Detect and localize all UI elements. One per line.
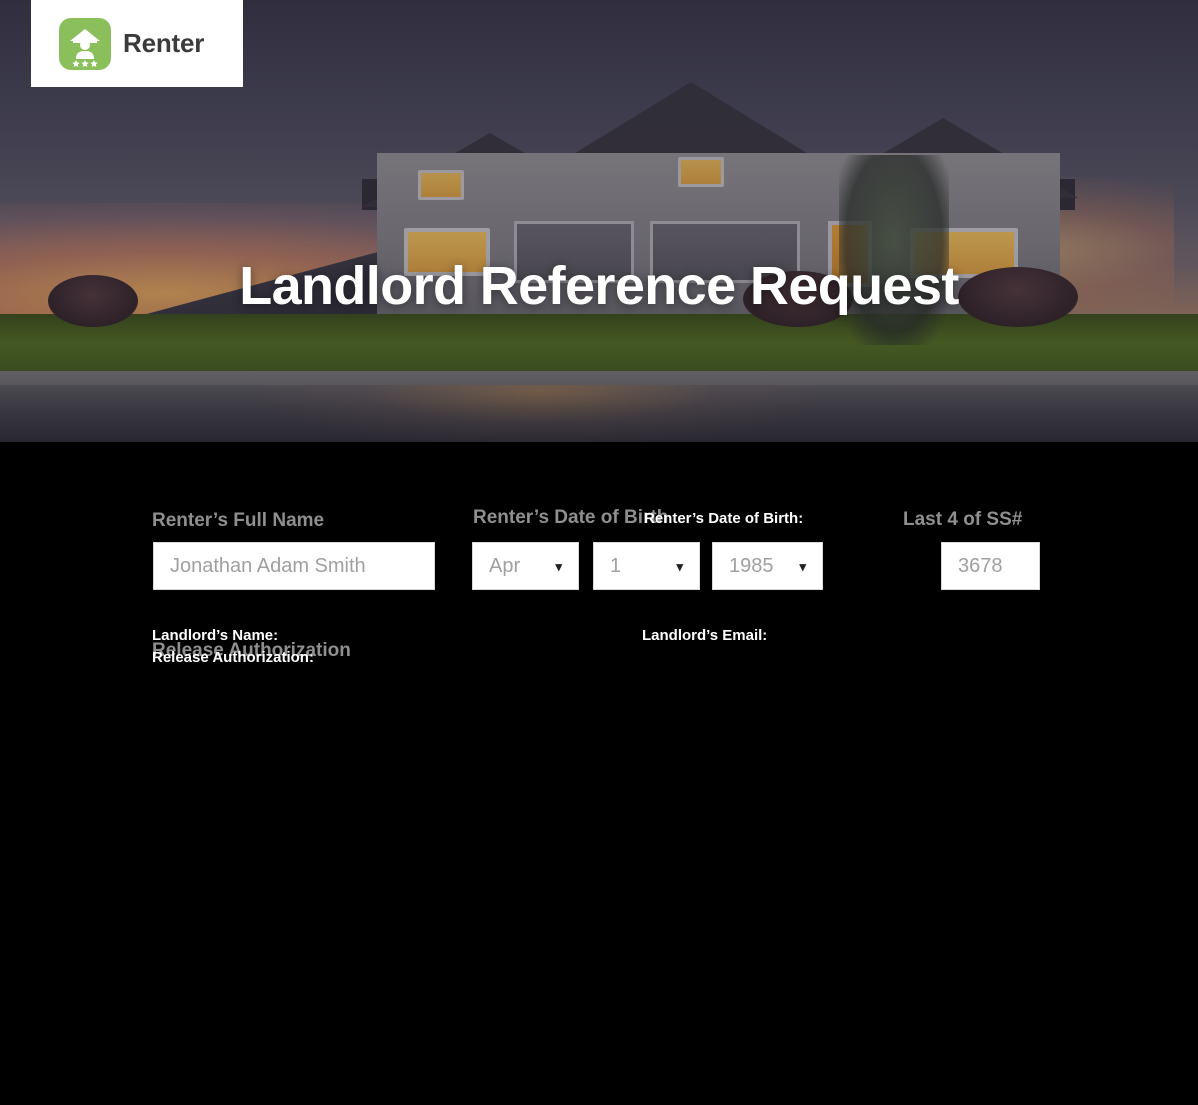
- form-section: Renter’s Full Name Jonathan Adam Smith R…: [0, 442, 1198, 1105]
- page-title: Landlord Reference Request: [239, 256, 959, 316]
- dob-year-select[interactable]: 1985 ▾: [712, 542, 823, 590]
- dob-month-value: Apr: [489, 554, 521, 577]
- ssn-input[interactable]: 3678: [941, 542, 1040, 590]
- landlord-email-label: Landlord’s Email:: [642, 627, 768, 644]
- chevron-down-icon: ▾: [555, 558, 562, 574]
- ssn-label: Last 4 of SS#: [903, 509, 1023, 530]
- dob-month-select[interactable]: Apr ▾: [472, 542, 579, 590]
- renter-name-input[interactable]: Jonathan Adam Smith: [153, 542, 435, 590]
- dob-label-gray: Renter’s Date of Birth: [473, 507, 669, 528]
- chevron-down-icon: ▾: [676, 558, 683, 574]
- page-root: Renter Landlord Reference Request Renter…: [0, 0, 1198, 1105]
- dob-day-value: 1: [610, 554, 622, 577]
- renter-name-label: Renter’s Full Name: [152, 510, 325, 531]
- brand-name: Renter: [123, 28, 205, 58]
- chevron-down-icon: ▾: [799, 558, 806, 574]
- dob-label-white: Renter’s Date of Birth:: [644, 510, 804, 527]
- dob-day-select[interactable]: 1 ▾: [593, 542, 700, 590]
- dob-year-value: 1985: [729, 554, 774, 577]
- house-person-stars-icon: [59, 17, 111, 70]
- release-heading-white: Release Authorization:: [152, 649, 314, 666]
- brand-logo[interactable]: Renter: [31, 0, 243, 87]
